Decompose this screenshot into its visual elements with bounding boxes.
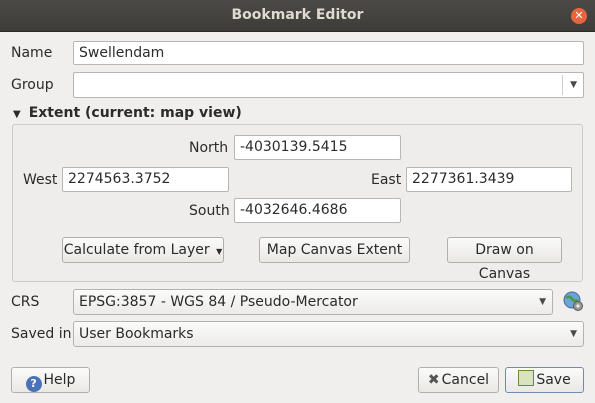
help-button[interactable]: ? Help (11, 367, 90, 393)
calculate-from-layer-button[interactable]: Calculate from Layer ▼ (62, 237, 224, 263)
group-combo[interactable]: ▼ (73, 72, 584, 98)
south-input[interactable]: -4032646.4686 (234, 198, 401, 223)
group-label: Group (11, 77, 54, 93)
save-label: Save (536, 372, 571, 388)
crs-select[interactable]: EPSG:3857 - WGS 84 / Pseudo-Mercator ▼ (73, 289, 553, 315)
save-icon (518, 370, 535, 386)
title-bar: Bookmark Editor ✕ (0, 0, 595, 32)
saved-in-select[interactable]: User Bookmarks ▼ (73, 321, 584, 347)
map-canvas-extent-button[interactable]: Map Canvas Extent (259, 237, 410, 263)
close-icon: ✕ (574, 9, 584, 22)
crs-selector-button[interactable] (562, 290, 584, 312)
globe-settings-icon (563, 291, 583, 311)
calculate-from-layer-label: Calculate from Layer (63, 242, 210, 258)
west-input[interactable]: 2274563.3752 (62, 167, 229, 192)
north-label: North (189, 140, 229, 156)
name-label: Name (11, 45, 53, 61)
help-icon: ? (25, 376, 42, 392)
chevron-down-icon: ▼ (539, 297, 546, 307)
extent-section-toggle[interactable]: ▼ Extent (current: map view) (13, 105, 242, 121)
window-title: Bookmark Editor (231, 7, 364, 23)
name-input[interactable]: Swellendam (73, 41, 584, 65)
close-button[interactable]: ✕ (571, 8, 587, 24)
east-input[interactable]: 2277361.3439 (406, 167, 572, 192)
cancel-x-icon: ✖ (427, 372, 440, 388)
help-label: Help (43, 372, 76, 388)
crs-value: EPSG:3857 - WGS 84 / Pseudo-Mercator (79, 294, 358, 310)
saved-in-label: Saved in (11, 326, 72, 342)
collapse-triangle-icon: ▼ (13, 109, 21, 120)
dropdown-arrow-icon: ▼ (216, 247, 223, 256)
cancel-label: Cancel (441, 372, 490, 388)
group-combo-separator (562, 75, 563, 95)
chevron-down-icon: ▼ (570, 329, 577, 339)
east-label: East (371, 172, 402, 188)
save-button[interactable]: Save (505, 367, 584, 393)
west-label: West (23, 172, 58, 188)
extent-header: Extent (current: map view) (28, 105, 242, 121)
saved-in-value: User Bookmarks (79, 326, 194, 342)
draw-on-canvas-button[interactable]: Draw on Canvas (447, 237, 562, 282)
south-label: South (189, 203, 230, 219)
north-input[interactable]: -4030139.5415 (234, 135, 401, 160)
crs-label: CRS (11, 294, 40, 310)
cancel-button[interactable]: ✖ Cancel (418, 367, 499, 393)
chevron-down-icon: ▼ (570, 80, 577, 90)
